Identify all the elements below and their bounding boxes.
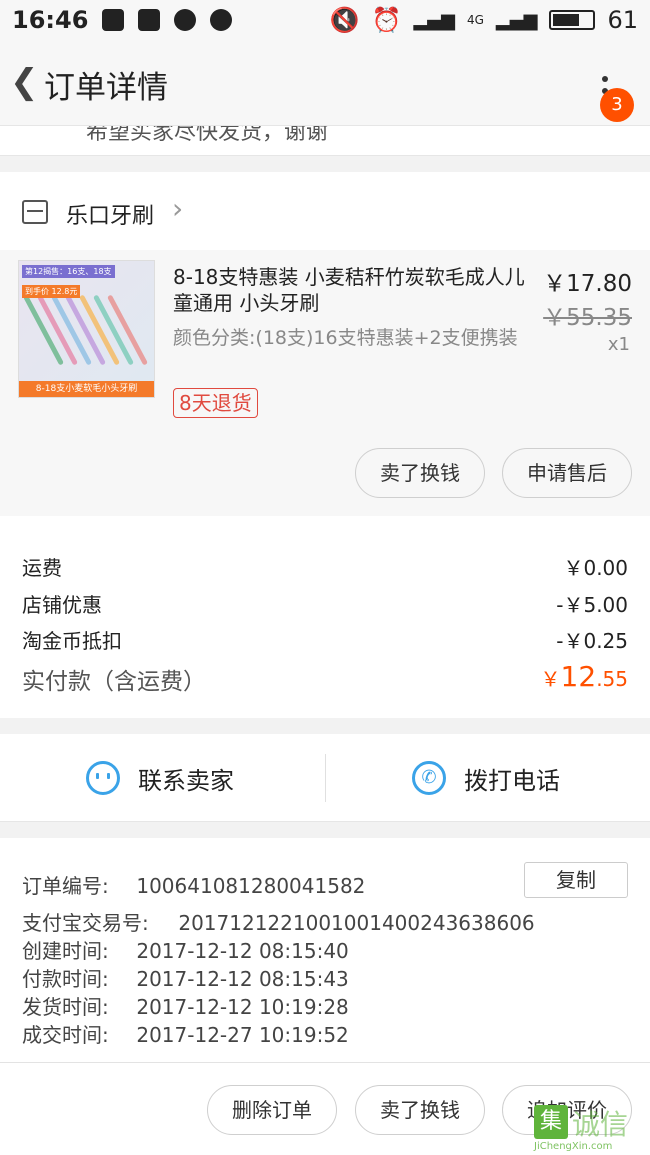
alipay-row: 支付宝交易号: 2017121221001001400243638606 xyxy=(22,907,535,936)
product-price: ￥17.80 xyxy=(543,271,632,297)
info-label: 成交时间: xyxy=(22,1023,109,1047)
shop-name: 乐口牙刷 xyxy=(66,204,155,229)
message-badge: 3 xyxy=(600,88,634,122)
image-top-tag: 第12揭售：16支、18支 xyxy=(22,265,115,278)
info-value: 2017-12-12 10:19:28 xyxy=(136,995,349,1019)
total-amount: ￥12.55 xyxy=(541,660,628,693)
fee-row-coin-deduction: 淘金币抵扣 -￥0.25 xyxy=(22,625,628,654)
back-icon[interactable]: ❮ xyxy=(10,64,40,100)
phone-icon: ✆ xyxy=(412,761,446,795)
copy-button[interactable]: 复制 xyxy=(524,862,628,898)
browser-icon xyxy=(210,9,233,31)
alipay-number: 2017121221001001400243638606 xyxy=(178,911,535,935)
fee-label: 淘金币抵扣 xyxy=(22,629,122,653)
shop-icon xyxy=(22,200,48,224)
total-integer: 12 xyxy=(560,660,597,693)
contact-seller-label: 联系卖家 xyxy=(138,766,234,795)
image-icon xyxy=(138,9,161,31)
total-decimal: .55 xyxy=(596,667,628,691)
notification-icon xyxy=(102,9,125,31)
info-label: 发货时间: xyxy=(22,995,109,1019)
product-image[interactable]: 第12揭售：16支、18支 到手价 12.8元 8-18支小麦软毛小头牙刷 xyxy=(18,260,155,398)
watermark-logo: 集 诚信 JiChengXin.com xyxy=(534,1105,646,1153)
fee-value: ￥0.00 xyxy=(563,556,628,580)
buyer-note-text: 希望买家尽快发货，谢谢 xyxy=(86,126,329,145)
contact-bar: 联系卖家 ✆ 拨打电话 xyxy=(0,734,650,822)
info-label: 付款时间: xyxy=(22,967,109,991)
fee-value: -￥5.00 xyxy=(556,593,628,617)
network-label: 4G xyxy=(466,13,484,27)
fee-label: 运费 xyxy=(22,556,62,580)
created-row: 创建时间: 2017-12-12 08:15:40 xyxy=(22,935,349,964)
info-label: 支付宝交易号: xyxy=(22,911,149,935)
battery-level: 61 xyxy=(607,6,638,34)
buyer-note: 希望买家尽快发货，谢谢 xyxy=(0,126,650,156)
product-sku: 颜色分类:(18支)16支特惠装+2支便携装 xyxy=(173,327,518,349)
order-number-row: 订单编号: 100641081280041582 xyxy=(22,870,365,899)
fee-row-shipping: 运费 ￥0.00 xyxy=(22,552,628,581)
chevron-right-icon: › xyxy=(172,192,184,225)
fee-label: 店铺优惠 xyxy=(22,593,102,617)
product-quantity: x1 xyxy=(607,334,630,355)
completed-row: 成交时间: 2017-12-27 10:19:52 xyxy=(22,1019,349,1048)
product-original-price: ￥55.35 xyxy=(543,305,632,331)
shipped-row: 发货时间: 2017-12-12 10:19:28 xyxy=(22,991,349,1020)
contact-seller-button[interactable]: 联系卖家 xyxy=(86,734,234,822)
order-info: 订单编号: 100641081280041582 复制 支付宝交易号: 2017… xyxy=(0,838,650,1062)
resell-bottom-button[interactable]: 卖了换钱 xyxy=(355,1085,485,1135)
battery-icon xyxy=(549,10,596,30)
title-bar: ❮ 订单详情 3 xyxy=(0,40,650,126)
watermark-mark: 集 xyxy=(534,1105,568,1139)
info-value: 2017-12-27 10:19:52 xyxy=(136,1023,349,1047)
divider xyxy=(325,754,326,802)
product-name[interactable]: 8-18支特惠装 小麦秸秆竹炭软毛成人儿童通用 小头牙刷 xyxy=(173,264,529,316)
watermark-cn: 诚信 xyxy=(572,1108,629,1141)
fee-value: -￥0.25 xyxy=(556,629,628,653)
info-value: 2017-12-12 08:15:40 xyxy=(136,939,349,963)
watermark-en: JiChengXin.com xyxy=(534,1141,613,1152)
after-sale-button[interactable]: 申请售后 xyxy=(502,448,632,498)
signal-icon-2: ▂▄▆ xyxy=(495,9,538,31)
paid-row: 付款时间: 2017-12-12 08:15:43 xyxy=(22,963,349,992)
alarm-icon: ⏰ xyxy=(371,6,402,34)
shop-row[interactable]: 乐口牙刷 › xyxy=(0,172,650,250)
call-label: 拨打电话 xyxy=(464,766,560,795)
status-time: 16:46 xyxy=(12,6,89,34)
fee-row-shop-discount: 店铺优惠 -￥5.00 xyxy=(22,589,628,618)
total-label: 实付款（含运费） xyxy=(22,669,206,695)
status-bar: 16:46 🔇 ⏰ ▂▄▆ 4G ▂▄▆ 61 xyxy=(0,0,650,40)
info-value: 2017-12-12 08:15:43 xyxy=(136,967,349,991)
image-caption: 8-18支小麦软毛小头牙刷 xyxy=(19,381,154,397)
order-number[interactable]: 100641081280041582 xyxy=(136,874,365,898)
return-policy-tag: 8天退货 xyxy=(173,388,258,418)
resell-button[interactable]: 卖了换钱 xyxy=(355,448,485,498)
call-button[interactable]: ✆ 拨打电话 xyxy=(412,734,560,822)
product-card[interactable]: 第12揭售：16支、18支 到手价 12.8元 8-18支小麦软毛小头牙刷 8-… xyxy=(0,250,650,516)
total-currency: ￥ xyxy=(540,667,561,691)
mute-icon: 🔇 xyxy=(329,6,360,34)
chat-smile-icon xyxy=(86,761,120,795)
signal-icon: ▂▄▆ xyxy=(413,9,455,31)
info-label: 订单编号: xyxy=(22,874,109,898)
delete-order-button[interactable]: 删除订单 xyxy=(207,1085,337,1135)
info-label: 创建时间: xyxy=(22,939,109,963)
fee-summary: 运费 ￥0.00 店铺优惠 -￥5.00 淘金币抵扣 -￥0.25 实付款（含运… xyxy=(0,516,650,718)
page-title: 订单详情 xyxy=(44,70,168,106)
image-price-tag: 到手价 12.8元 xyxy=(22,285,81,298)
chat-icon xyxy=(174,9,197,31)
